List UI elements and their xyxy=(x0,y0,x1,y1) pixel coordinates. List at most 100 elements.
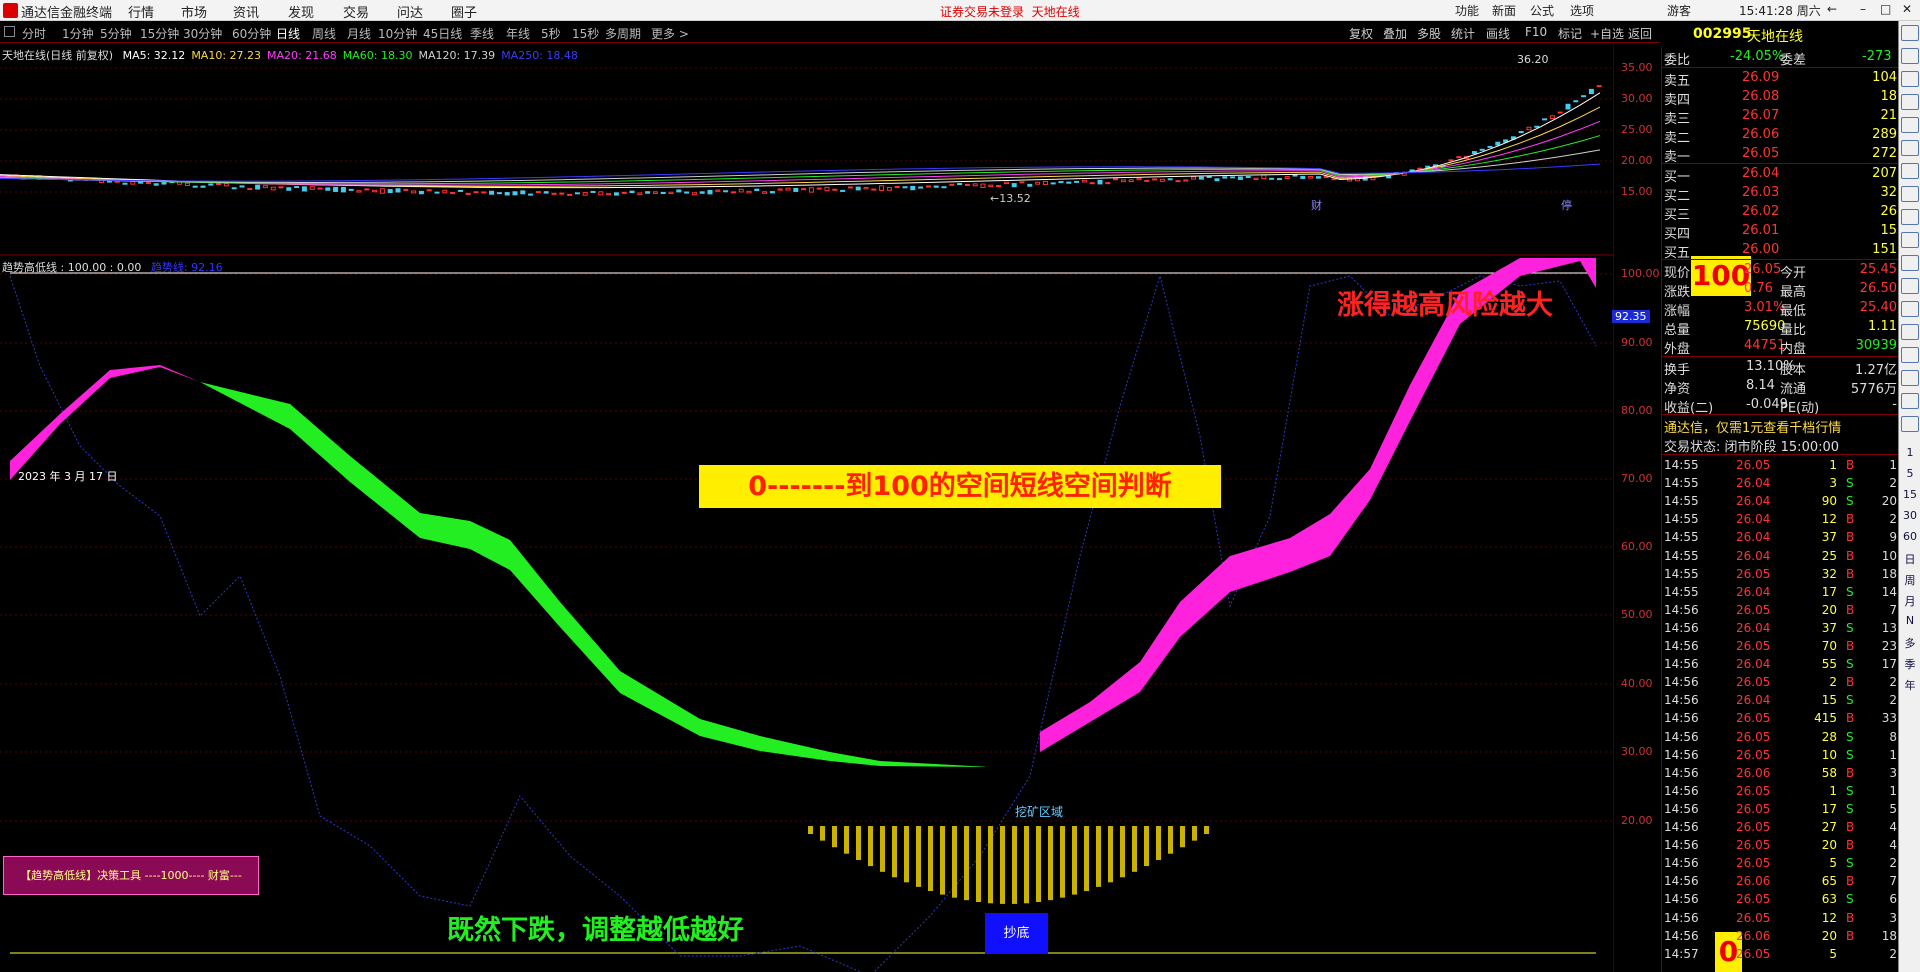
period-tab[interactable]: 30分钟 xyxy=(183,25,222,42)
menu-discover[interactable]: 发现 xyxy=(288,2,314,21)
promo-text[interactable]: 通达信，仅需1元查看千档行情 xyxy=(1662,416,1899,435)
lock-icon[interactable] xyxy=(1901,347,1919,363)
back-arrow-icon[interactable]: ← xyxy=(1827,2,1837,16)
ask-row[interactable]: 卖五 26.09 104 xyxy=(1662,69,1899,88)
toolbar-button[interactable]: 统计 xyxy=(1451,25,1475,42)
toolbar-button[interactable]: 返回 xyxy=(1628,25,1652,42)
tick-row: 14:55 26.04 12 B 2 xyxy=(1662,510,1899,528)
period-tab[interactable]: 60分钟 xyxy=(232,25,271,42)
grid-icon[interactable] xyxy=(1901,94,1919,110)
menu-newpage[interactable]: 新面 xyxy=(1492,2,1516,19)
bid-row[interactable]: 买一 26.04 207 xyxy=(1662,165,1899,184)
period-tab[interactable]: 15分钟 xyxy=(140,25,179,42)
toolbar-button[interactable]: 画线 xyxy=(1486,25,1510,42)
bid-row[interactable]: 买二 26.03 32 xyxy=(1662,184,1899,203)
period-tab[interactable]: 日线 xyxy=(276,25,300,42)
candle xyxy=(1480,149,1484,150)
toolbar-button[interactable]: F10 xyxy=(1525,25,1547,39)
period-tab[interactable]: 多周期 xyxy=(605,25,641,42)
rsi-icon[interactable] xyxy=(1901,324,1919,340)
chart-icon[interactable] xyxy=(1901,117,1919,133)
side-period-button[interactable]: 周 xyxy=(1901,572,1919,588)
side-period-button[interactable]: 60 xyxy=(1901,530,1919,546)
mining-zone-bar xyxy=(1036,826,1041,902)
ask-row[interactable]: 卖二 26.06 289 xyxy=(1662,126,1899,145)
menu-ask[interactable]: 问达 xyxy=(397,2,423,21)
period-tab[interactable]: 更多 > xyxy=(651,25,689,42)
side-period-button[interactable]: 月 xyxy=(1901,593,1919,609)
move-icon[interactable] xyxy=(1901,370,1919,386)
window-min-icon[interactable]: – xyxy=(1860,2,1866,16)
ask-row[interactable]: 卖一 26.05 272 xyxy=(1662,145,1899,164)
menu-market2[interactable]: 市场 xyxy=(181,2,207,21)
panel-toggle-icon[interactable] xyxy=(4,26,15,37)
period-tab[interactable]: 年线 xyxy=(506,25,530,42)
menu-news[interactable]: 资讯 xyxy=(233,2,259,21)
side-period-button[interactable]: 30 xyxy=(1901,509,1919,525)
indicator-chart[interactable]: 趋势高低线 : 100.00 : 0.00 趋势线: 92.16 100.00 9… xyxy=(0,256,1614,972)
target-icon[interactable] xyxy=(1901,278,1919,294)
down-arrow-icon[interactable] xyxy=(1901,48,1919,64)
toolbar-button[interactable]: 复权 xyxy=(1349,25,1373,42)
window-max-icon[interactable]: □ xyxy=(1880,2,1891,16)
candle xyxy=(193,186,197,187)
ask-row[interactable]: 卖四 26.08 18 xyxy=(1662,88,1899,107)
menu-func[interactable]: 功能 xyxy=(1455,2,1479,19)
refresh-icon[interactable] xyxy=(1901,71,1919,87)
menu-market[interactable]: 行情 xyxy=(128,2,154,21)
period-tab[interactable]: 1分钟 xyxy=(62,25,94,42)
side-period-button[interactable]: N xyxy=(1901,614,1919,630)
toolbar-button[interactable]: 多股 xyxy=(1417,25,1441,42)
ask-row[interactable]: 卖三 26.07 21 xyxy=(1662,107,1899,126)
pen-icon[interactable] xyxy=(1901,163,1919,179)
side-period-button[interactable]: 季 xyxy=(1901,656,1919,672)
list-icon[interactable] xyxy=(1901,186,1919,202)
period-tab[interactable]: 45日线 xyxy=(423,25,462,42)
side-period-button[interactable]: 多 xyxy=(1901,635,1919,651)
side-period-button[interactable]: 日 xyxy=(1901,551,1919,567)
bid-row[interactable]: 买五 26.00 151 xyxy=(1662,241,1899,260)
toolbar-button[interactable]: 标记 xyxy=(1558,25,1582,42)
period-tab[interactable]: 分时 xyxy=(22,25,46,42)
tool-icon[interactable] xyxy=(1901,301,1919,317)
menu-formula[interactable]: 公式 xyxy=(1530,2,1554,19)
menu-options[interactable]: 选项 xyxy=(1570,2,1594,19)
user-name[interactable]: 游客 xyxy=(1667,2,1691,19)
square-icon[interactable] xyxy=(1901,416,1919,432)
period-tab[interactable]: 季线 xyxy=(470,25,494,42)
side-period-button[interactable]: 1 xyxy=(1901,446,1919,462)
period-tab[interactable]: 5分钟 xyxy=(100,25,132,42)
indicator-y-tick: 20.00 xyxy=(1621,814,1653,827)
side-period-button[interactable]: 15 xyxy=(1901,488,1919,504)
toolbar-button[interactable]: 叠加 xyxy=(1383,25,1407,42)
candle xyxy=(1535,126,1539,127)
window-close-icon[interactable]: ✕ xyxy=(1902,2,1912,16)
bar-icon[interactable] xyxy=(1901,140,1919,156)
side-period-button[interactable]: 年 xyxy=(1901,677,1919,693)
candle xyxy=(817,188,821,189)
pencil-icon[interactable] xyxy=(1901,393,1919,409)
menu-trade[interactable]: 交易 xyxy=(343,2,369,21)
period-tab[interactable]: 周线 xyxy=(312,25,336,42)
candle xyxy=(1301,176,1305,178)
menu-circle[interactable]: 圈子 xyxy=(451,2,477,21)
up-arrow-icon[interactable] xyxy=(1901,25,1919,41)
kline-chart[interactable]: 天地在线(日线 前复权) MA5: 32.12 MA10: 27.23 MA20: … xyxy=(0,44,1614,256)
period-tab[interactable]: 月线 xyxy=(347,25,371,42)
period-tab[interactable]: 15秒 xyxy=(572,25,599,42)
period-tab[interactable]: 10分钟 xyxy=(378,25,417,42)
candle xyxy=(201,186,205,187)
candle xyxy=(841,190,845,191)
pie-icon[interactable] xyxy=(1901,255,1919,271)
tick-icon[interactable] xyxy=(1901,232,1919,248)
candle xyxy=(1043,181,1047,184)
bid-row[interactable]: 买四 26.01 15 xyxy=(1662,222,1899,241)
mining-zone-bar xyxy=(808,826,813,834)
bid-row[interactable]: 买三 26.02 26 xyxy=(1662,203,1899,222)
tick-row: 14:56 26.06 58 B 3 xyxy=(1662,764,1899,782)
table-icon[interactable] xyxy=(1901,209,1919,225)
period-tab[interactable]: 5秒 xyxy=(541,25,561,42)
kline-svg xyxy=(0,44,1614,256)
side-period-button[interactable]: 5 xyxy=(1901,467,1919,483)
toolbar-button[interactable]: +自选 xyxy=(1590,25,1624,42)
